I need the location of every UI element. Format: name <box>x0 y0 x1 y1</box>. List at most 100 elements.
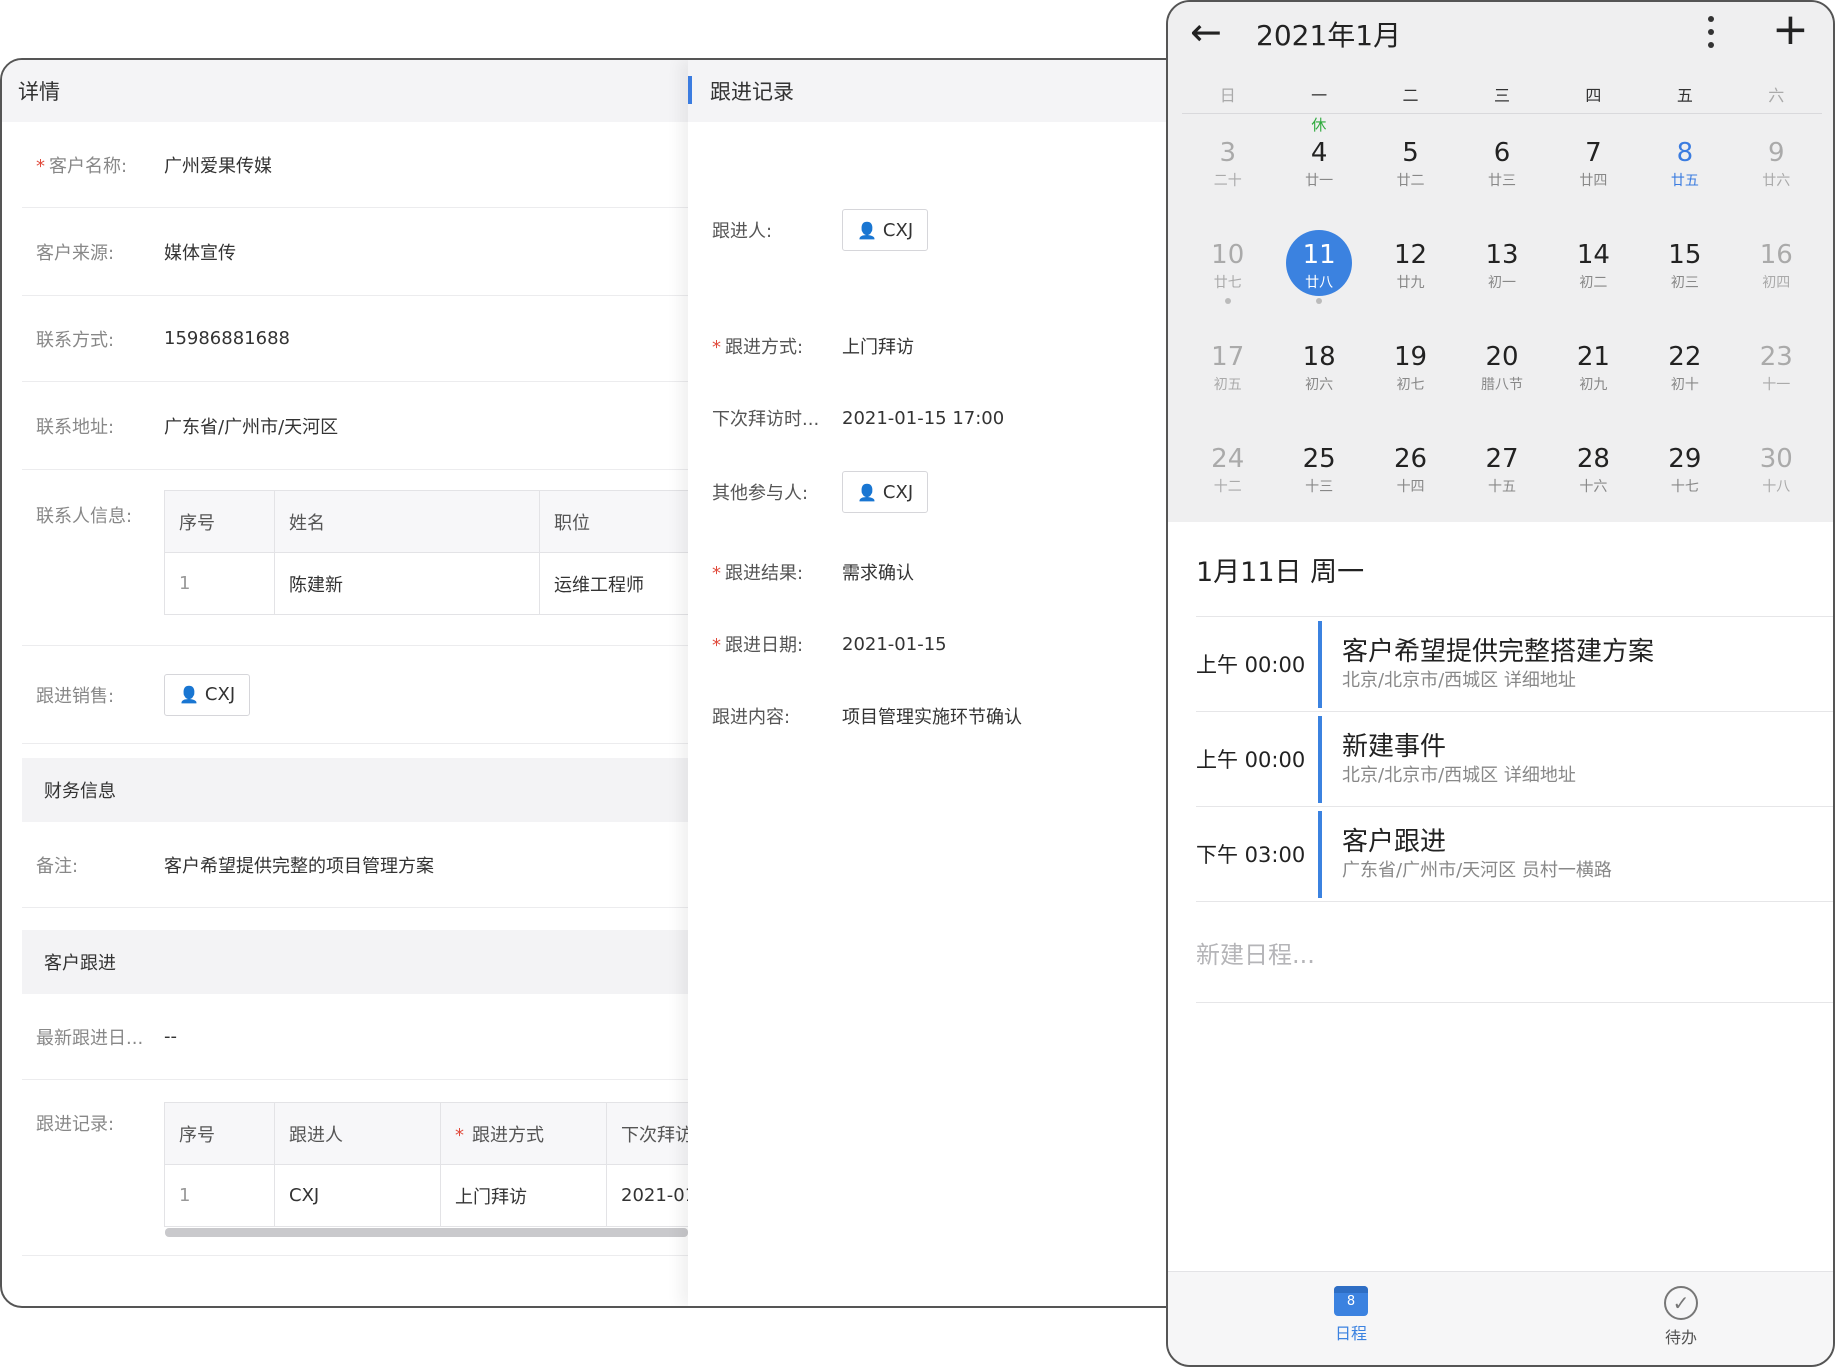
follower-chip[interactable]: 👤 CXJ <box>842 209 929 251</box>
day-cell[interactable]: 27 十五 <box>1456 428 1547 530</box>
day-cell[interactable]: 11 廿八 <box>1273 224 1364 326</box>
record-date-row: * 跟进日期: 2021-01-15 <box>712 633 947 657</box>
lunar-date: 十六 <box>1579 479 1608 495</box>
record-participants-row: 其他参与人: 👤 CXJ <box>712 464 1198 520</box>
weekday-label: 四 <box>1585 86 1602 105</box>
lunar-date: 廿九 <box>1396 275 1425 291</box>
day-number: 30 <box>1759 444 1793 474</box>
lunar-date: 廿八 <box>1305 275 1334 291</box>
lunar-date: 初五 <box>1213 377 1242 393</box>
weekday-header: 日一二三四五六 <box>1182 82 1822 106</box>
table-row[interactable]: 1 陈建新 运维工程师 <box>164 552 724 615</box>
event-title: 新建事件 <box>1342 732 1447 762</box>
weekday-label: 五 <box>1676 86 1693 105</box>
day-number: 6 <box>1493 138 1511 168</box>
day-cell[interactable]: 3 二十 <box>1182 122 1273 224</box>
tab-todo[interactable]: ✓ 待办 <box>1636 1286 1726 1348</box>
lunar-date: 二十 <box>1213 173 1242 189</box>
lunar-date: 十八 <box>1762 479 1791 495</box>
day-number: 26 <box>1394 444 1428 474</box>
required-mark: * <box>712 635 721 656</box>
day-cell[interactable]: 15 初三 <box>1639 224 1730 326</box>
event-title: 客户跟进 <box>1342 827 1447 857</box>
event-item[interactable]: 下午 03:00 客户跟进 广东省/广州市/天河区 员村一横路 <box>1196 806 1833 901</box>
event-location: 广东省/广州市/天河区 员村一横路 <box>1342 860 1612 881</box>
contact-address-value: 广东省/广州市/天河区 <box>164 416 339 438</box>
tab-schedule[interactable]: 8 日程 <box>1306 1286 1396 1344</box>
field-latest-date: 最新跟进日... -- <box>22 994 688 1080</box>
day-number: 18 <box>1302 342 1336 372</box>
day-cell[interactable]: 16 初四 <box>1731 224 1822 326</box>
field-customer-name: * 客户名称: 广州爱果传媒 <box>22 122 688 208</box>
lunar-date: 初七 <box>1396 377 1425 393</box>
detail-pane: 详情 * 客户名称: 广州爱果传媒 客户来源: 媒体宣传 联系方式: 159868… <box>2 60 724 1306</box>
day-number: 14 <box>1576 240 1610 270</box>
event-dot <box>1224 298 1231 304</box>
lunar-date: 十五 <box>1487 479 1516 495</box>
day-cell[interactable]: 22 初十 <box>1639 326 1730 428</box>
required-mark: * <box>36 155 45 177</box>
day-number: 25 <box>1302 444 1336 474</box>
day-cell[interactable]: 9 廿六 <box>1731 122 1822 224</box>
day-cell[interactable]: 29 十七 <box>1639 428 1730 530</box>
day-number: 9 <box>1768 138 1785 168</box>
required-mark: * <box>712 337 721 358</box>
day-cell[interactable]: 30 十八 <box>1731 428 1822 530</box>
day-number: 29 <box>1668 444 1702 474</box>
event-location: 北京/北京市/西城区 详细地址 <box>1342 765 1576 786</box>
event-time: 上午 00:00 <box>1196 748 1306 772</box>
lunar-date: 十四 <box>1396 479 1425 495</box>
day-cell[interactable]: 14 初二 <box>1548 224 1639 326</box>
day-cell[interactable]: 4 廿一 休 <box>1273 116 1364 224</box>
day-cell[interactable]: 5 廿二 <box>1365 122 1456 224</box>
event-item[interactable]: 上午 00:00 客户希望提供完整搭建方案 北京/北京市/西城区 详细地址 <box>1196 616 1833 711</box>
day-cell[interactable]: 25 十三 <box>1273 428 1364 530</box>
event-color-bar <box>1318 715 1322 803</box>
table-row[interactable]: 1 CXJ 上门拜访 2021-01 <box>164 1164 724 1227</box>
day-cell[interactable]: 12 廿九 <box>1365 224 1456 326</box>
lunar-date: 初一 <box>1487 275 1516 291</box>
person-icon: 👤 <box>857 220 877 240</box>
day-cell[interactable]: 23 十一 <box>1731 326 1822 428</box>
lunar-date: 廿一 <box>1305 173 1334 189</box>
latest-date-value: -- <box>164 1026 177 1047</box>
day-cell[interactable]: 18 初六 <box>1273 326 1364 428</box>
participant-chip[interactable]: 👤 CXJ <box>842 471 929 513</box>
calendar-icon: 8 <box>1334 1286 1368 1316</box>
day-cell[interactable]: 24 十二 <box>1182 428 1273 530</box>
event-time: 上午 00:00 <box>1196 653 1306 677</box>
day-number: 5 <box>1402 138 1419 168</box>
day-cell[interactable]: 17 初五 <box>1182 326 1273 428</box>
month-title[interactable]: 2021年1月 <box>1256 14 1401 54</box>
day-number: 7 <box>1585 138 1602 168</box>
day-cell[interactable]: 8 廿五 <box>1639 122 1730 224</box>
contact-method-value: 15986881688 <box>164 328 290 349</box>
finance-section-header: 财务信息 <box>22 758 688 822</box>
day-cell[interactable]: 26 十四 <box>1365 428 1456 530</box>
lunar-date: 廿四 <box>1579 173 1608 189</box>
event-item[interactable]: 上午 00:00 新建事件北京/北京市/西城区 详细地址 <box>1196 711 1833 806</box>
field-contact-address: 联系地址: 广东省/广州市/天河区 <box>22 382 688 470</box>
field-sales: 跟进销售: 👤 CXJ <box>22 646 688 744</box>
day-cell[interactable]: 28 十六 <box>1548 428 1639 530</box>
horizontal-scrollbar[interactable] <box>165 1228 688 1237</box>
remark-value: 客户希望提供完整的项目管理方案 <box>164 855 434 877</box>
sales-person-chip[interactable]: 👤 CXJ <box>164 673 251 716</box>
day-cell[interactable]: 20 腊八节 <box>1456 326 1547 428</box>
day-cell[interactable]: 7 廿四 <box>1548 122 1639 224</box>
day-cell[interactable]: 13 初一 <box>1456 224 1547 326</box>
new-schedule-input[interactable]: 新建日程... <box>1196 901 1833 1003</box>
day-cell[interactable]: 6 廿三 <box>1456 122 1547 224</box>
day-cell[interactable]: 19 初七 <box>1365 326 1456 428</box>
day-cell[interactable]: 21 初九 <box>1548 326 1639 428</box>
required-mark: * <box>455 1124 464 1146</box>
lunar-date: 十一 <box>1762 377 1791 393</box>
back-arrow-icon[interactable]: ← <box>1190 12 1222 52</box>
person-icon: 👤 <box>857 482 877 502</box>
records-table: 序号 跟进人 * 跟进方式 下次拜访 1 CXJ 上门拜访 2021-01 <box>164 1102 724 1227</box>
add-icon[interactable]: + <box>1772 6 1809 54</box>
more-vertical-icon[interactable] <box>1704 12 1718 52</box>
day-cell[interactable]: 10 廿七 <box>1182 224 1273 326</box>
lunar-date: 廿七 <box>1213 275 1242 291</box>
event-title: 客户希望提供完整搭建方案 <box>1342 637 1655 667</box>
